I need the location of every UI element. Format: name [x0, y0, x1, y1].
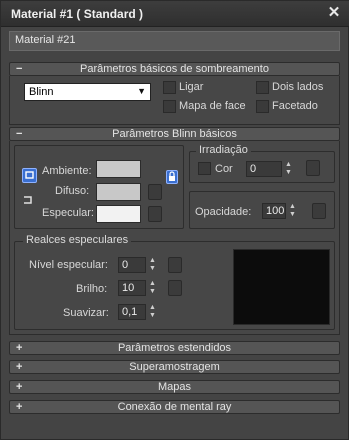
- soften-label: Suavizar:: [63, 307, 109, 319]
- opacity-spinner[interactable]: ▲ ▼: [288, 203, 297, 219]
- highlight-curve-display: [233, 249, 330, 325]
- specular-map-button[interactable]: [148, 206, 162, 222]
- opacity-label: Opacidade:: [195, 206, 252, 218]
- chevron-down-icon: ▼: [137, 86, 146, 96]
- spinner-down-icon: ▼: [285, 169, 292, 176]
- rollout-supersampling-header[interactable]: + Superamostragem: [9, 360, 340, 374]
- rollout-title: Superamostragem: [129, 361, 220, 373]
- specular-highlights-title: Realces especulares: [23, 234, 132, 246]
- close-icon[interactable]: ✕: [326, 5, 342, 21]
- rollout-title: Parâmetros Blinn básicos: [112, 128, 237, 140]
- expand-icon: +: [16, 361, 23, 373]
- faceted-checkbox[interactable]: [256, 100, 269, 113]
- spinner-down-icon: ▼: [149, 265, 156, 272]
- spinner-down-icon: ▼: [289, 211, 296, 218]
- spinner-up-icon: ▲: [289, 203, 296, 210]
- collapse-icon: −: [16, 128, 23, 140]
- rollout-mental-ray-header[interactable]: + Conexão de mental ray: [9, 400, 340, 414]
- faceted-label: Facetado: [272, 100, 318, 112]
- ambient-label: Ambiente:: [42, 165, 92, 177]
- soften-input[interactable]: 0,1: [118, 304, 146, 320]
- self-illumination-spinner[interactable]: ▲ ▼: [284, 161, 293, 177]
- specular-level-spinner[interactable]: ▲ ▼: [148, 257, 157, 273]
- rollout-title: Parâmetros estendidos: [117, 342, 232, 354]
- material-name-field[interactable]: Material #21: [9, 31, 340, 51]
- soften-spinner[interactable]: ▲ ▼: [148, 304, 157, 320]
- spinner-down-icon: ▼: [149, 312, 156, 319]
- specular-level-input[interactable]: 0: [118, 257, 146, 273]
- opacity-map-button[interactable]: [312, 203, 326, 219]
- collapse-icon: −: [16, 63, 23, 75]
- glossiness-map-button[interactable]: [168, 280, 182, 296]
- window-title: Material #1 ( Standard ): [11, 7, 144, 21]
- wire-checkbox[interactable]: [163, 81, 176, 94]
- face-map-checkbox[interactable]: [163, 100, 176, 113]
- rollout-extended-header[interactable]: + Parâmetros estendidos: [9, 341, 340, 355]
- glossiness-spinner[interactable]: ▲ ▼: [148, 280, 157, 296]
- self-illumination-map-button[interactable]: [306, 160, 320, 176]
- two-sided-label: Dois lados: [272, 81, 324, 93]
- diffuse-color-swatch[interactable]: [96, 183, 141, 201]
- rollout-blinn-basic-header[interactable]: − Parâmetros Blinn básicos: [9, 127, 340, 141]
- rollout-title: Parâmetros básicos de sombreamento: [80, 63, 269, 75]
- specular-level-map-button[interactable]: [168, 257, 182, 273]
- opacity-input[interactable]: 100: [262, 203, 286, 219]
- shader-dropdown[interactable]: Blinn ▼: [24, 83, 151, 101]
- ambient-color-swatch[interactable]: [96, 160, 141, 178]
- rollout-title: Mapas: [157, 381, 192, 393]
- rollout-maps-header[interactable]: + Mapas: [9, 380, 340, 394]
- expand-icon: +: [16, 401, 23, 413]
- diffuse-map-button[interactable]: [148, 184, 162, 200]
- lock-ambient-diffuse-icon[interactable]: [22, 168, 37, 183]
- specular-level-label: Nível especular:: [29, 259, 108, 271]
- blinn-basic-panel: Ambiente: Difuso: Especular: Irradiação …: [9, 141, 340, 335]
- spinner-up-icon: ▲: [149, 304, 156, 311]
- two-sided-checkbox[interactable]: [256, 81, 269, 94]
- wire-label: Ligar: [179, 81, 204, 93]
- diffuse-label: Difuso:: [55, 185, 90, 197]
- self-illumination-color-label: Cor: [215, 163, 233, 175]
- shader-value: Blinn: [29, 86, 54, 98]
- rollout-shader-basic-header[interactable]: − Parâmetros básicos de sombreamento: [9, 62, 340, 76]
- shader-basic-panel: Blinn ▼ Ligar Dois lados Mapa de face Fa…: [9, 76, 340, 125]
- material-editor-window: Material #1 ( Standard ) ✕ Material #21 …: [0, 0, 349, 440]
- specular-color-swatch[interactable]: [96, 205, 141, 223]
- rollout-title: Conexão de mental ray: [117, 401, 232, 413]
- expand-icon: +: [16, 342, 23, 354]
- expand-icon: +: [16, 381, 23, 393]
- glossiness-input[interactable]: 10: [118, 280, 146, 296]
- self-illumination-color-checkbox[interactable]: [198, 162, 211, 175]
- specular-label: Especular:: [42, 207, 94, 219]
- spinner-up-icon: ▲: [285, 161, 292, 168]
- spinner-up-icon: ▲: [149, 257, 156, 264]
- title-bar[interactable]: Material #1 ( Standard ) ✕: [1, 1, 349, 27]
- spinner-down-icon: ▼: [149, 288, 156, 295]
- face-map-label: Mapa de face: [179, 100, 246, 112]
- lock-diffuse-specular-icon[interactable]: [22, 193, 37, 208]
- self-illumination-input[interactable]: 0: [246, 161, 282, 177]
- padlock-icon[interactable]: [166, 170, 178, 184]
- spinner-up-icon: ▲: [149, 280, 156, 287]
- glossiness-label: Brilho:: [76, 283, 108, 295]
- self-illumination-title: Irradiação: [196, 144, 251, 156]
